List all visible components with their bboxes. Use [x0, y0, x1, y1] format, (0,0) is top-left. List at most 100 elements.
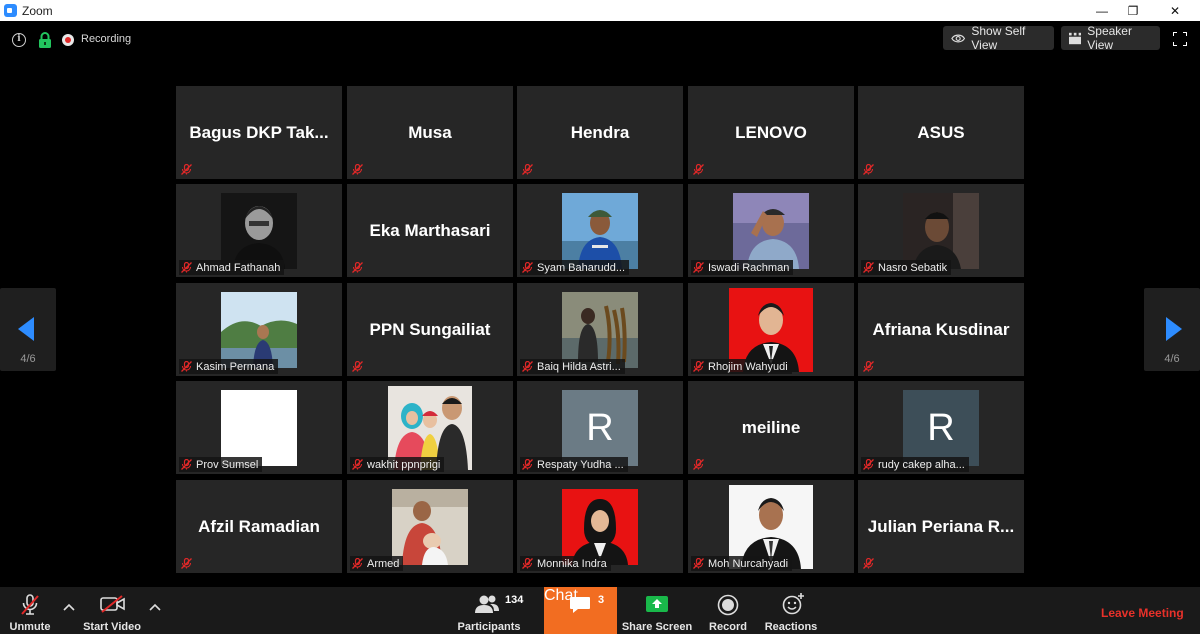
participant-photo [562, 292, 638, 368]
participant-nameplate [691, 457, 708, 472]
participant-tile[interactable]: Musa [347, 86, 513, 179]
participant-tile[interactable]: meiline [688, 381, 854, 474]
participant-tile[interactable]: Kasim Permana [176, 283, 342, 376]
participant-nameplate: Iswadi Rachman [691, 260, 794, 275]
chevron-right-icon [1166, 317, 1182, 341]
participant-name: Nasro Sebatik [878, 261, 948, 274]
participant-name: Prov Sumsel [196, 458, 259, 471]
lock-icon[interactable] [38, 32, 52, 49]
chevron-up-icon [149, 603, 161, 611]
mic-muted-icon [863, 361, 874, 372]
eye-icon [951, 34, 966, 42]
participant-nameplate: Monnika Indra [520, 556, 611, 571]
participant-tile[interactable]: R Respaty Yudha ... [517, 381, 683, 474]
record-button[interactable]: Record [704, 587, 752, 634]
fullscreen-icon[interactable] [1173, 32, 1187, 46]
unmute-button[interactable]: Unmute [4, 587, 56, 634]
info-icon[interactable]: i [12, 33, 26, 47]
chat-bubble-icon [570, 597, 590, 613]
mic-muted-icon [352, 262, 363, 273]
reactions-button[interactable]: Reactions [762, 587, 820, 634]
participant-tile[interactable]: Moh Nurcahyadi [688, 480, 854, 573]
participant-name: Baiq Hilda Astri... [537, 360, 621, 373]
participant-name-large: Afriana Kusdinar [872, 319, 1010, 339]
participant-tile[interactable]: Afriana Kusdinar [858, 283, 1024, 376]
share-screen-icon [646, 596, 668, 612]
participant-name-large: Eka Marthasari [369, 220, 491, 240]
mic-muted-icon [181, 262, 192, 273]
participant-tile[interactable]: Rhojim Wahyudi [688, 283, 854, 376]
meeting-top-bar: i Recording Show Self View Speaker View [0, 21, 1200, 59]
participant-tile[interactable]: Hendra [517, 86, 683, 179]
chat-button[interactable]: 3 Chat [544, 587, 617, 634]
mic-muted-icon [863, 459, 874, 470]
title-bar: Zoom — ❐ ✕ [0, 0, 1200, 21]
page-indicator-left: 4/6 [20, 353, 36, 365]
participant-photo [392, 489, 468, 565]
participant-name: Armed [367, 557, 400, 570]
participant-tile[interactable]: PPN Sungailiat [347, 283, 513, 376]
close-button[interactable]: ✕ [1155, 0, 1195, 21]
video-camera-off-icon [100, 595, 125, 613]
participant-nameplate: Syam Baharudd... [520, 260, 630, 275]
participant-name: Rhojim Wahyudi [708, 360, 788, 373]
chevron-left-icon [18, 317, 34, 341]
maximize-button[interactable]: ❐ [1113, 0, 1153, 21]
participant-tile[interactable]: Afzil Ramadian [176, 480, 342, 573]
participant-tile[interactable]: Monnika Indra [517, 480, 683, 573]
show-self-view-button[interactable]: Show Self View [943, 24, 1054, 52]
participant-tile[interactable]: Iswadi Rachman [688, 184, 854, 277]
leave-meeting-button[interactable]: Leave Meeting [1101, 606, 1184, 620]
participant-nameplate: Prov Sumsel [179, 457, 263, 472]
chevron-up-icon [63, 603, 75, 611]
share-screen-button[interactable]: Share Screen [622, 587, 692, 634]
participant-tile[interactable]: Syam Baharudd... [517, 184, 683, 277]
participant-tile[interactable]: Julian Periana R... [858, 480, 1024, 573]
participant-tile[interactable]: Prov Sumsel [176, 381, 342, 474]
participant-tile[interactable]: R rudy cakep alha... [858, 381, 1024, 474]
participants-button[interactable]: 134 Participants [456, 587, 524, 634]
participant-name: Syam Baharudd... [537, 261, 626, 274]
participant-tile[interactable]: LENOVO [688, 86, 854, 179]
zoom-app-icon [4, 4, 17, 17]
video-options-caret[interactable] [149, 602, 161, 614]
participant-name: Respaty Yudha ... [537, 458, 624, 471]
mic-muted-icon [863, 164, 874, 175]
participant-nameplate [861, 359, 878, 374]
participant-nameplate: wakhit ppnprigi [350, 457, 445, 472]
audio-options-caret[interactable] [63, 602, 75, 614]
participant-tile[interactable]: Armed [347, 480, 513, 573]
speaker-view-button[interactable]: Speaker View [1061, 24, 1160, 52]
participant-nameplate [520, 162, 537, 177]
participant-tile[interactable]: Ahmad Fathanah [176, 184, 342, 277]
participant-nameplate [861, 162, 878, 177]
participant-nameplate [179, 162, 196, 177]
mic-muted-icon [693, 361, 704, 372]
participant-nameplate [861, 556, 878, 571]
participant-nameplate [179, 556, 196, 571]
microphone-muted-icon [21, 594, 39, 615]
participant-tile[interactable]: wakhit ppnprigi [347, 381, 513, 474]
participant-name: Ahmad Fathanah [196, 261, 281, 274]
participant-name-large: Hendra [570, 122, 630, 142]
mic-muted-icon [693, 164, 704, 175]
start-video-label: Start Video [83, 621, 141, 633]
participant-tile[interactable]: Baiq Hilda Astri... [517, 283, 683, 376]
participant-tile[interactable]: Nasro Sebatik [858, 184, 1024, 277]
participant-tile[interactable]: ASUS [858, 86, 1024, 179]
previous-page-button[interactable]: 4/6 [0, 288, 56, 371]
participant-photo [562, 193, 638, 269]
meeting-toolbar: Unmute Start Video 134 Participants 3 Ch… [0, 587, 1200, 634]
participant-tile[interactable]: Bagus DKP Tak... [176, 86, 342, 179]
zoom-window: Zoom — ❐ ✕ i Recording Show Self View Sp… [0, 0, 1200, 634]
participant-nameplate [691, 162, 708, 177]
participant-name: Iswadi Rachman [708, 261, 790, 274]
record-icon [717, 594, 739, 616]
start-video-button[interactable]: Start Video [80, 587, 144, 634]
mic-muted-icon [693, 558, 704, 569]
record-label: Record [709, 621, 747, 633]
participant-tile[interactable]: Eka Marthasari [347, 184, 513, 277]
mic-muted-icon [522, 459, 533, 470]
participants-count: 134 [505, 594, 524, 606]
next-page-button[interactable]: 4/6 [1144, 288, 1200, 371]
